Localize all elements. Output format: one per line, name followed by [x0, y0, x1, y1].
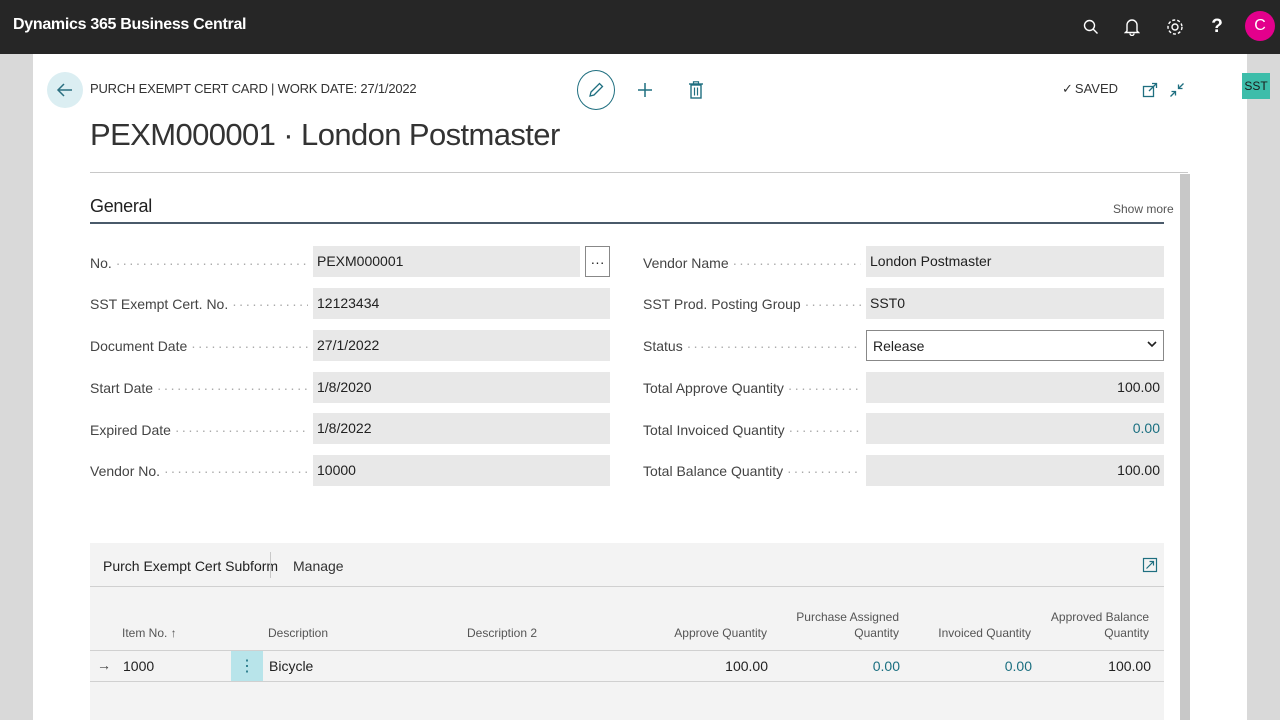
field-sst-exempt-cert-no[interactable]: 12123434: [313, 288, 610, 319]
pencil-icon: [589, 82, 604, 97]
saved-label: SAVED: [1074, 81, 1119, 96]
field-total-balance-quantity: 100.00: [866, 455, 1164, 486]
field-total-approve-quantity: 100.00: [866, 372, 1164, 403]
gear-icon[interactable]: [1163, 15, 1187, 39]
saved-status: ✓ SAVED: [1062, 81, 1118, 97]
row-actions-button[interactable]: ⋮: [231, 651, 263, 681]
field-start-date[interactable]: 1/8/2020: [313, 372, 610, 403]
field-label-total-balance-quantity: Total Balance Quantity ··············: [643, 463, 861, 479]
header-divider: [90, 172, 1188, 173]
page-caption: PURCH EXEMPT CERT CARD | WORK DATE: 27/1…: [90, 81, 417, 96]
field-label-expired-date: Expired Date ···························: [90, 422, 308, 438]
col-header-description[interactable]: Description: [268, 625, 328, 641]
row-purchase-assigned-quantity[interactable]: 0.00: [780, 658, 900, 674]
col-header-purchase-assigned-line1: Purchase Assigned: [796, 610, 899, 624]
field-label-total-approve-quantity: Total Approve Quantity ··············: [643, 380, 861, 396]
top-bar: Dynamics 365 Business Central ? C: [0, 0, 1280, 54]
app-title[interactable]: Dynamics 365 Business Central: [13, 16, 247, 34]
row-approve-quantity[interactable]: 100.00: [640, 658, 768, 674]
section-divider: [90, 222, 1164, 224]
bell-icon[interactable]: [1120, 15, 1144, 39]
col-header-approved-balance-quantity[interactable]: Approved Balance Quantity: [1040, 609, 1149, 641]
field-no[interactable]: PEXM000001: [313, 246, 580, 277]
collapse-icon: [1170, 83, 1184, 97]
col-header-purchase-assigned-quantity[interactable]: Purchase Assigned Quantity: [780, 609, 899, 641]
chevron-down-icon: [1147, 337, 1157, 351]
sst-side-tab[interactable]: SST: [1242, 73, 1270, 99]
field-label-vendor-name: Vendor Name ·························: [643, 255, 861, 271]
collapse-button[interactable]: [1166, 79, 1188, 101]
field-label-status: Status ·································…: [643, 338, 861, 354]
status-select-value: Release: [873, 338, 925, 354]
open-in-new-icon: [1142, 82, 1158, 98]
plus-icon: [638, 83, 652, 97]
page-title: PEXM000001 · London Postmaster: [90, 117, 560, 152]
delete-button[interactable]: [685, 79, 707, 101]
field-total-invoiced-quantity[interactable]: 0.00: [866, 413, 1164, 444]
open-new-window-button[interactable]: [1139, 79, 1161, 101]
section-title-general[interactable]: General: [90, 196, 152, 217]
row-item-no[interactable]: 1000: [123, 658, 154, 674]
field-label-vendor-no: Vendor No. ·····························…: [90, 463, 308, 479]
vertical-scrollbar[interactable]: [1180, 174, 1190, 720]
field-label-no: No. ···································: [90, 255, 308, 271]
col-header-description-2[interactable]: Description 2: [467, 625, 537, 641]
subform-header-divider: [90, 586, 1164, 587]
col-header-approve-quantity[interactable]: Approve Quantity: [640, 625, 767, 641]
expand-subform-button[interactable]: [1142, 557, 1158, 573]
row-approved-balance-quantity: 100.00: [1108, 658, 1151, 674]
row-invoiced-quantity[interactable]: 0.00: [912, 658, 1032, 674]
col-header-invoiced-quantity[interactable]: Invoiced Quantity: [912, 625, 1031, 641]
back-button[interactable]: [47, 72, 83, 108]
arrow-left-icon: [56, 83, 72, 97]
search-icon[interactable]: [1079, 15, 1103, 39]
field-expired-date[interactable]: 1/8/2022: [313, 413, 610, 444]
trash-icon: [689, 81, 703, 99]
subform-title[interactable]: Purch Exempt Cert Subform: [103, 558, 278, 574]
subform-tab-divider: [270, 552, 271, 578]
new-button[interactable]: [634, 79, 656, 101]
field-label-document-date: Document Date ·······················: [90, 338, 308, 354]
more-vertical-icon: ⋮: [239, 658, 255, 675]
row-description[interactable]: Bicycle: [269, 658, 313, 674]
table-row-divider: [90, 681, 1164, 682]
field-sst-prod-posting-group[interactable]: SST0: [866, 288, 1164, 319]
field-label-total-invoiced-quantity: Total Invoiced Quantity ·············: [643, 422, 861, 438]
avatar[interactable]: C: [1245, 11, 1275, 41]
check-icon: ✓: [1062, 81, 1073, 96]
field-label-sst-exempt-cert-no: SST Exempt Cert. No. ···················: [90, 296, 308, 312]
help-icon[interactable]: ?: [1205, 15, 1229, 39]
current-row-arrow-icon: →: [97, 657, 111, 673]
field-vendor-no[interactable]: 10000: [313, 455, 610, 486]
edit-button[interactable]: [577, 70, 615, 110]
field-vendor-name[interactable]: London Postmaster: [866, 246, 1164, 277]
col-header-item-no[interactable]: Item No. ↑: [122, 625, 177, 641]
show-more-link[interactable]: Show more: [1113, 202, 1174, 216]
subform-manage-tab[interactable]: Manage: [293, 558, 344, 574]
assist-edit-button[interactable]: ···: [585, 246, 610, 277]
field-label-start-date: Start Date ·····························: [90, 380, 308, 396]
field-document-date[interactable]: 27/1/2022: [313, 330, 610, 361]
status-select[interactable]: Release: [866, 330, 1164, 361]
col-header-approved-balance-line2: Quantity: [1104, 626, 1149, 640]
field-label-sst-prod-posting-group: SST Prod. Posting Group ·········: [643, 296, 861, 312]
expand-icon: [1142, 557, 1158, 573]
col-header-approved-balance-line1: Approved Balance: [1050, 610, 1149, 624]
col-header-purchase-assigned-line2: Quantity: [854, 626, 899, 640]
